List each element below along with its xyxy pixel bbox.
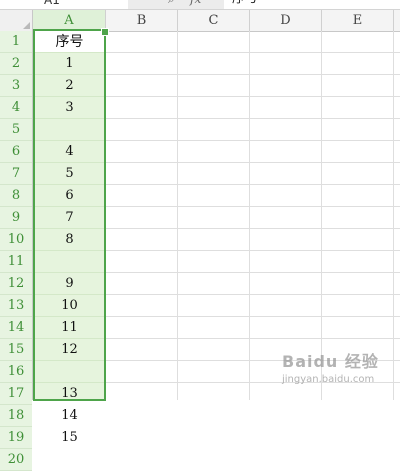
cell-a20[interactable] <box>33 449 106 471</box>
row-header-4[interactable]: 4 <box>0 97 32 119</box>
watermark-url: jingyan.baidu.com <box>282 374 375 385</box>
cell-a10[interactable]: 8 <box>33 229 106 251</box>
row-header-column: 1 2 3 4 5 6 7 8 9 10 11 12 13 14 15 16 17 18 19 20 <box>0 31 33 471</box>
row-header-16[interactable]: 16 <box>0 361 32 383</box>
cell-a6[interactable]: 4 <box>33 141 106 163</box>
row-header-2[interactable]: 2 <box>0 53 32 75</box>
cell-a18[interactable]: 14 <box>33 405 106 427</box>
grid-line <box>177 31 178 400</box>
row-header-17[interactable]: 17 <box>0 383 32 405</box>
zoom-icon[interactable]: ⌕ <box>168 0 175 7</box>
formula-buttons-area <box>128 0 224 9</box>
cell-a8[interactable]: 6 <box>33 185 106 207</box>
cell-a16[interactable] <box>33 361 106 383</box>
column-header-row: A B C D E <box>0 10 400 32</box>
grid-line <box>249 31 250 400</box>
formula-bar: A1 ⌕ fx 序号 <box>0 0 400 10</box>
column-header-e[interactable]: E <box>322 10 394 31</box>
row-header-9[interactable]: 9 <box>0 207 32 229</box>
cell-a11[interactable] <box>33 251 106 273</box>
row-header-7[interactable]: 7 <box>0 163 32 185</box>
row-header-12[interactable]: 12 <box>0 273 32 295</box>
row-header-19[interactable]: 19 <box>0 427 32 449</box>
cell-a13[interactable]: 10 <box>33 295 106 317</box>
formula-input[interactable]: 序号 <box>232 0 258 7</box>
cell-a19[interactable]: 15 <box>33 427 106 449</box>
row-header-11[interactable]: 11 <box>0 251 32 273</box>
fx-icon[interactable]: fx <box>190 0 201 7</box>
cell-a15[interactable]: 12 <box>33 339 106 361</box>
column-header-c[interactable]: C <box>178 10 250 31</box>
fill-handle[interactable] <box>101 28 109 36</box>
column-header-d[interactable]: D <box>250 10 322 31</box>
baidu-watermark: Baidu 经验 jingyan.baidu.com <box>282 348 392 388</box>
row-header-20[interactable]: 20 <box>0 449 32 471</box>
cell-a17[interactable]: 13 <box>33 383 106 405</box>
column-header-a[interactable]: A <box>33 10 106 31</box>
row-header-10[interactable]: 10 <box>0 229 32 251</box>
row-header-5[interactable]: 5 <box>0 119 32 141</box>
cell-a12[interactable]: 9 <box>33 273 106 295</box>
row-header-3[interactable]: 3 <box>0 75 32 97</box>
select-all-corner[interactable] <box>0 10 33 31</box>
row-header-8[interactable]: 8 <box>0 185 32 207</box>
watermark-logo: Baidu 经验 <box>282 352 379 371</box>
cell-a4[interactable]: 3 <box>33 97 106 119</box>
row-header-1[interactable]: 1 <box>0 31 32 53</box>
cell-a9[interactable]: 7 <box>33 207 106 229</box>
name-box[interactable]: A1 <box>0 0 120 8</box>
grid-line <box>393 31 394 400</box>
cell-a2[interactable]: 1 <box>33 53 106 75</box>
row-header-13[interactable]: 13 <box>0 295 32 317</box>
cell-a7[interactable]: 5 <box>33 163 106 185</box>
grid-line <box>321 31 322 400</box>
row-header-14[interactable]: 14 <box>0 317 32 339</box>
row-header-15[interactable]: 15 <box>0 339 32 361</box>
cell-a14[interactable]: 11 <box>33 317 106 339</box>
column-header-b[interactable]: B <box>106 10 178 31</box>
cell-a3[interactable]: 2 <box>33 75 106 97</box>
row-header-18[interactable]: 18 <box>0 405 32 427</box>
row-header-6[interactable]: 6 <box>0 141 32 163</box>
cell-a1-header[interactable]: 序号 <box>33 31 106 53</box>
cell-a5[interactable] <box>33 119 106 141</box>
